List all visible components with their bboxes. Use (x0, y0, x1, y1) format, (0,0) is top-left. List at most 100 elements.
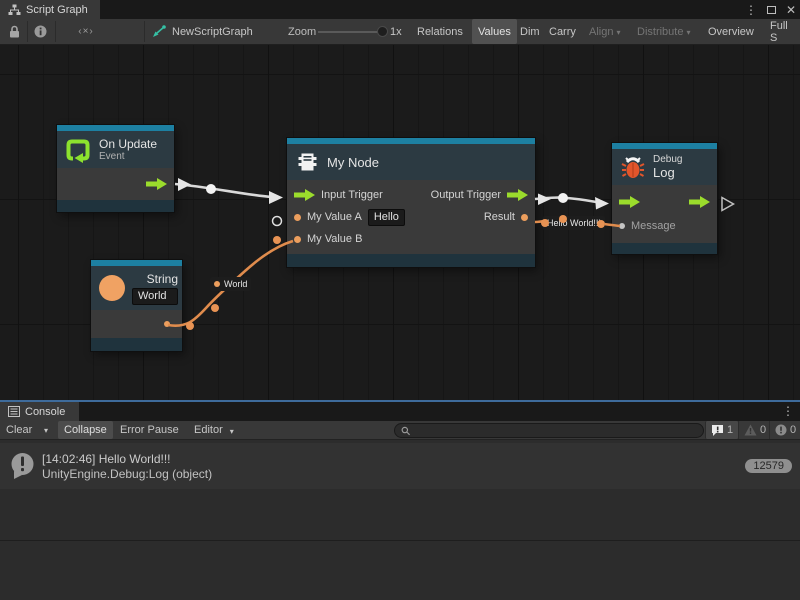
wire-value-chip: Hello World!!! (543, 216, 605, 230)
console-icon (8, 406, 20, 417)
output-trigger-port[interactable] (507, 189, 528, 201)
graph-name: NewScriptGraph (172, 26, 253, 38)
values-button[interactable]: Values (472, 19, 517, 44)
distribute-label: Distribute (637, 26, 683, 38)
console-menu-icon[interactable]: ⋮ (782, 404, 794, 418)
tab-label: Console (25, 406, 65, 418)
graph-asset-icon (152, 25, 166, 38)
unconnected-output-indicator (722, 198, 734, 211)
node-title: Debug (653, 154, 682, 165)
wire-droplet (186, 322, 194, 330)
graph-tab-bar: Script Graph ⋮ ✕ (0, 0, 800, 19)
string-icon (99, 275, 125, 301)
my-node-icon (295, 150, 319, 174)
edit-script-icon[interactable]: ‹×› (56, 19, 116, 44)
message-port[interactable] (619, 223, 625, 229)
info-bubble-icon (711, 424, 724, 436)
window-close-icon[interactable]: ✕ (786, 4, 796, 16)
info-count-badge[interactable]: 1 (705, 421, 738, 439)
tab-label: Script Graph (26, 4, 88, 16)
window-maximize-icon[interactable] (767, 6, 776, 14)
graph-reference[interactable]: NewScriptGraph (152, 19, 253, 44)
wire-start-arrow (538, 194, 551, 206)
graph-toolbar: ‹×› NewScriptGraph Zoom 1x Relations Val… (0, 19, 800, 45)
input-trigger-port[interactable] (294, 189, 315, 201)
string-output-port[interactable] (164, 321, 170, 327)
collapse-count-badge: 12579 (745, 459, 792, 473)
carry-button[interactable]: Carry (543, 19, 582, 44)
output-trigger-port[interactable] (689, 196, 710, 208)
wire-start-arrow (178, 178, 191, 191)
align-dropdown[interactable]: Align ▾ (583, 19, 626, 44)
wire-droplet (597, 220, 605, 228)
error-icon (775, 424, 787, 436)
wire-droplet (211, 304, 219, 312)
chevron-down-icon: ▾ (230, 427, 234, 436)
node-debug-log[interactable]: Debug Log Message (612, 143, 717, 254)
zoom-slider-handle[interactable] (377, 26, 388, 37)
wire-end-arrow (269, 191, 283, 204)
result-port[interactable] (521, 214, 528, 221)
port-label: Message (631, 220, 676, 232)
wire-end-arrow (595, 197, 609, 210)
console-search[interactable] (394, 423, 704, 438)
my-value-a-port[interactable] (294, 214, 301, 221)
graph-canvas[interactable]: On Update Event (0, 45, 800, 400)
console-panel: Console ⋮ Clear ▾ Collapse Error Pause E… (0, 400, 800, 600)
wire-droplet (273, 236, 281, 244)
my-value-a-field[interactable]: Hello (368, 209, 405, 226)
info-icon[interactable] (28, 19, 52, 44)
clear-button[interactable]: Clear (0, 421, 38, 439)
trigger-output-port[interactable] (146, 178, 167, 190)
value-dot (214, 281, 220, 287)
string-value-field[interactable]: World (132, 288, 178, 305)
node-subtitle: Event (99, 151, 157, 162)
console-log-list: [14:02:46] Hello World!!! UnityEngine.De… (0, 440, 800, 540)
wire-droplet (206, 184, 216, 194)
warning-count-badge[interactable]: 0 (738, 421, 771, 439)
node-string[interactable]: String World (91, 260, 182, 351)
distribute-dropdown[interactable]: Distribute ▾ (631, 19, 696, 44)
overview-button[interactable]: Overview (702, 19, 760, 44)
tab-script-graph[interactable]: Script Graph (0, 0, 100, 19)
port-label: My Value B (307, 233, 362, 245)
log-line-1: [14:02:46] Hello World!!! (42, 452, 212, 466)
log-entry[interactable]: [14:02:46] Hello World!!! UnityEngine.De… (0, 443, 800, 489)
chevron-down-icon: ▾ (616, 28, 620, 37)
fullscreen-button[interactable]: Full S (764, 19, 800, 44)
wire-droplet (559, 215, 567, 223)
zoom-value: 1x (390, 19, 402, 44)
lock-icon[interactable] (2, 19, 26, 44)
info-count: 1 (727, 424, 733, 436)
unconnected-port-indicator (273, 217, 282, 226)
relations-button[interactable]: Relations (411, 19, 469, 44)
input-trigger-port[interactable] (619, 196, 640, 208)
wire-droplet (541, 219, 549, 227)
search-input[interactable] (415, 425, 697, 436)
chevron-down-icon: ▾ (686, 28, 690, 37)
port-label: Result (484, 211, 515, 223)
zoom-slider[interactable] (318, 19, 386, 44)
my-value-b-port[interactable] (294, 236, 301, 243)
console-toolbar: Clear ▾ Collapse Error Pause Editor ▾ (0, 421, 800, 440)
wire-droplet (558, 193, 568, 203)
dim-button[interactable]: Dim (514, 19, 546, 44)
tab-console[interactable]: Console (0, 402, 79, 421)
align-label: Align (589, 26, 613, 38)
error-pause-toggle[interactable]: Error Pause (114, 421, 185, 439)
console-tab-bar: Console ⋮ (0, 402, 800, 421)
warning-count: 0 (760, 424, 766, 436)
error-count-badge[interactable]: 0 (769, 421, 800, 439)
node-my-node[interactable]: My Node Input Trigger Output Trigger (287, 138, 535, 267)
debug-bug-icon (620, 154, 646, 180)
clear-dropdown-icon[interactable]: ▾ (38, 421, 54, 439)
wire-value-label: Hello World!!! (547, 218, 601, 228)
window-menu-icon[interactable]: ⋮ (745, 4, 757, 16)
port-label: Input Trigger (321, 189, 383, 201)
console-detail-pane (0, 540, 800, 600)
port-label: Output Trigger (431, 189, 501, 201)
collapse-toggle[interactable]: Collapse (58, 421, 113, 439)
editor-dropdown[interactable]: Editor ▾ (188, 421, 240, 439)
node-on-update[interactable]: On Update Event (57, 125, 174, 212)
node-title: My Node (327, 155, 379, 170)
